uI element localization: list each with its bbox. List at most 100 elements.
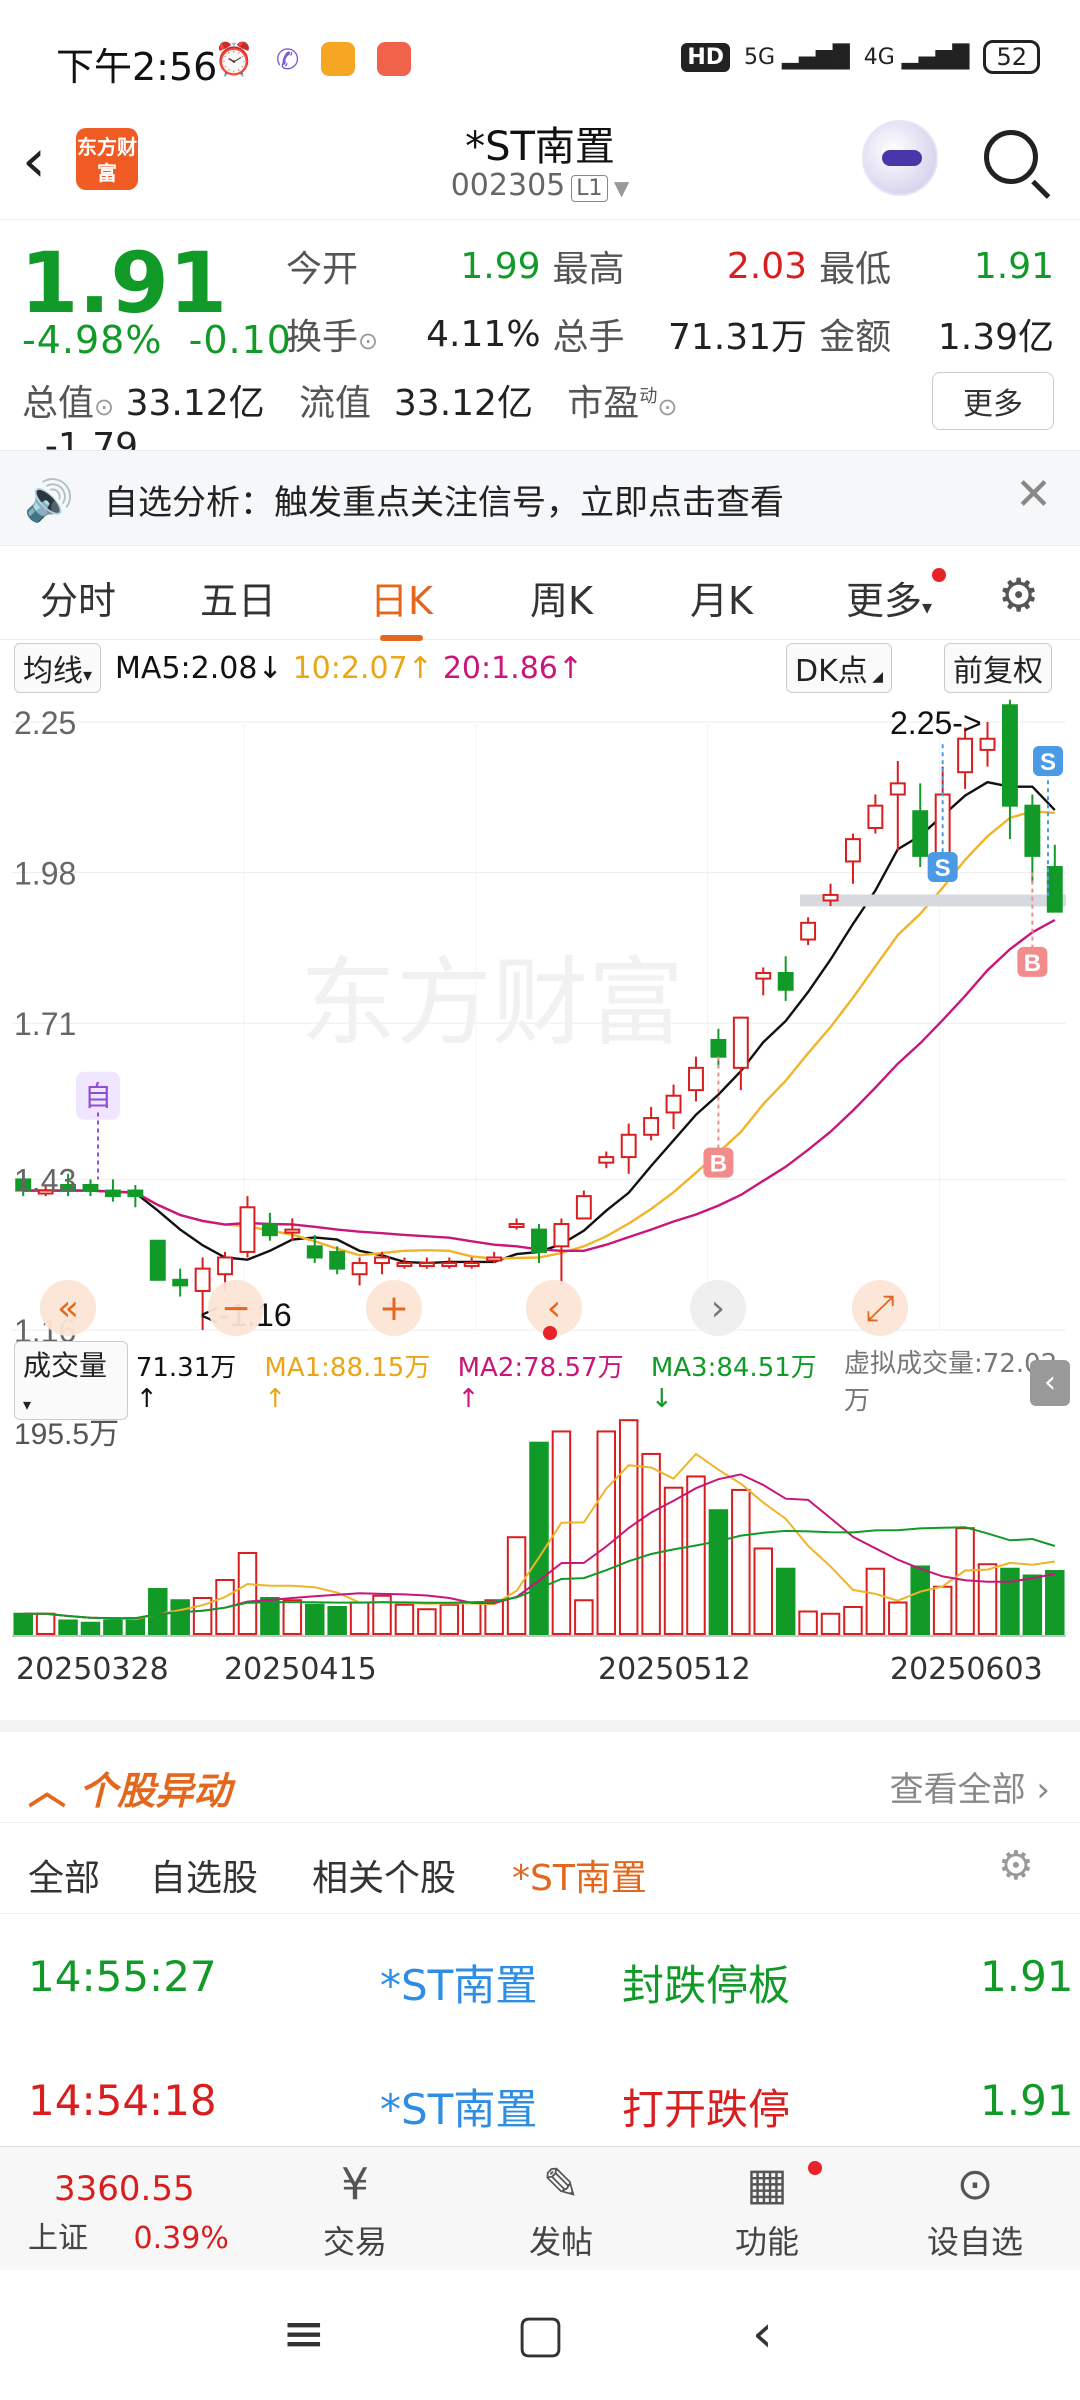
- volume-bar: [865, 1567, 886, 1635]
- volume-bar: [932, 1585, 953, 1635]
- clock-time: 下午2:56: [56, 45, 218, 89]
- tab-more[interactable]: 更多▾: [846, 570, 932, 625]
- amount-label: 金额: [819, 317, 892, 358]
- speaker-icon: 🔊: [24, 478, 74, 524]
- hd-icon: HD: [681, 42, 731, 72]
- volume-y-max: 195.5万: [14, 1418, 119, 1451]
- subtab-watchlist[interactable]: 自选股: [150, 1849, 258, 1901]
- candle-body: [889, 782, 906, 796]
- menu-icon[interactable]: ≡: [282, 2304, 326, 2364]
- status-bar: 下午2:56 ⏰ ✆ HD 5G ▂▄▆█ 4G ▂▄▆█ 52: [0, 0, 1080, 120]
- zoom-out-icon: −: [221, 1288, 251, 1329]
- chevron-down-icon: ▼: [607, 176, 630, 200]
- volume-bar: [574, 1599, 594, 1635]
- kline-svg: 东方财富 2.251.981.711.431.16 2.25-><-1.16自B…: [12, 699, 1066, 1349]
- candle-body: [284, 1228, 301, 1234]
- yen-exchange-icon: ¥: [341, 2159, 369, 2210]
- tab-daily-k[interactable]: 日K: [370, 570, 433, 641]
- tab-intraday[interactable]: 分时: [40, 570, 116, 625]
- alert-row[interactable]: 14:55:27 *ST南置 封跌停板 1.91: [0, 1916, 1080, 2040]
- tab-five-day[interactable]: 五日: [200, 570, 276, 625]
- candle-body: [104, 1189, 121, 1198]
- volume-chart[interactable]: 195.5万: [0, 1408, 1080, 1642]
- info-icon[interactable]: ⊙: [657, 393, 677, 421]
- candle-body: [553, 1223, 570, 1248]
- nav-post[interactable]: ✎ 发帖: [486, 2147, 636, 2271]
- candle-body: [261, 1223, 278, 1237]
- dk-point-button[interactable]: DK点 ◢: [786, 643, 892, 693]
- sell-tag: S: [1040, 749, 1056, 776]
- close-icon[interactable]: ✕: [1015, 469, 1052, 520]
- search-icon[interactable]: [984, 130, 1038, 184]
- candle-body: [217, 1256, 233, 1276]
- bottom-nav: 3360.55 上证 0.39% ¥ 交易 ✎ 发帖 ▦ 功能 ⊙ 设自选: [0, 2146, 1080, 2270]
- candle-body: [351, 1262, 368, 1276]
- candle-body: [620, 1133, 637, 1159]
- view-all-link[interactable]: 查看全部 ›: [890, 1762, 1050, 1811]
- amount-value: 1.39亿: [937, 317, 1055, 358]
- prev-icon: ‹: [547, 1288, 561, 1329]
- alert-price: 1.91: [980, 2076, 1074, 2125]
- volume-bar: [237, 1551, 258, 1635]
- volume-value: 71.31万: [668, 317, 808, 358]
- open-label: 今开: [286, 249, 359, 290]
- index-ticker[interactable]: 3360.55 上证 0.39%: [28, 2169, 258, 2257]
- subtab-current-stock[interactable]: *ST南置: [512, 1849, 647, 1901]
- volume-bar: [641, 1452, 661, 1635]
- chart-tabs: 分时 五日 日K 周K 月K 更多▾ ⚙: [0, 548, 1080, 641]
- gear-icon[interactable]: ⚙: [998, 1843, 1034, 1889]
- tab-weekly-k[interactable]: 周K: [530, 570, 593, 625]
- volume-bar: [775, 1567, 796, 1635]
- more-circle-icon: ⊙: [956, 2159, 994, 2210]
- candle-body: [822, 893, 839, 902]
- info-icon[interactable]: ⊙: [94, 393, 114, 421]
- volume-bar: [327, 1605, 347, 1635]
- nav-add-watchlist[interactable]: ⊙ 设自选: [900, 2147, 1050, 2271]
- volume-bar: [282, 1599, 303, 1635]
- kline-chart[interactable]: 东方财富 2.251.981.711.431.16 2.25-><-1.16自B…: [0, 696, 1080, 1352]
- candle-body: [598, 1156, 615, 1164]
- info-icon: ⊙: [358, 327, 379, 355]
- signal-5g-icon: 5G ▂▄▆█: [744, 44, 850, 70]
- candle-body: [127, 1189, 144, 1198]
- volume-bar: [1045, 1569, 1065, 1636]
- candle-body: [867, 804, 884, 829]
- fullscreen-icon: ⤢: [866, 1288, 895, 1329]
- pe-superscript: 动: [639, 386, 658, 407]
- vol-ma3: MA3:84.51万↓: [650, 1352, 817, 1414]
- edit-icon: ✎: [542, 2159, 580, 2210]
- volume-bar: [58, 1619, 78, 1636]
- candle-body: [575, 1195, 592, 1220]
- next-icon: ›: [711, 1288, 725, 1329]
- assistant-robot-icon[interactable]: [862, 120, 938, 196]
- index-change: 0.39%: [133, 2221, 229, 2256]
- pe-label: 市盈: [567, 383, 640, 424]
- collapse-icon[interactable]: ‹: [1030, 1360, 1070, 1406]
- analysis-banner[interactable]: 🔊 自选分析：触发重点关注信号，立即点击查看 ✕: [0, 450, 1080, 546]
- gear-icon[interactable]: ⚙: [998, 568, 1039, 622]
- index-value: 3360.55: [54, 2169, 195, 2209]
- volume-bar: [820, 1612, 841, 1636]
- volume-bar: [148, 1587, 168, 1635]
- subtab-related[interactable]: 相关个股: [312, 1849, 456, 1901]
- nav-trade[interactable]: ¥ 交易: [280, 2147, 430, 2271]
- home-icon[interactable]: ▢: [516, 2304, 565, 2364]
- volume-bar: [798, 1610, 818, 1635]
- turnover-label[interactable]: 换手⊙: [286, 308, 394, 360]
- subtab-all[interactable]: 全部: [28, 1849, 100, 1901]
- more-button[interactable]: 更多: [932, 372, 1054, 430]
- index-name: 上证: [28, 2221, 88, 2256]
- call-icon: ✆: [275, 42, 300, 76]
- ma-type-select[interactable]: 均线▾: [14, 643, 102, 693]
- x-axis: 20250328 20250415 20250512 20250603: [0, 1652, 1080, 1702]
- volume-bar: [977, 1563, 998, 1635]
- tab-monthly-k[interactable]: 月K: [690, 570, 753, 625]
- stock-alerts-section: ︿ 个股异动 查看全部 ›: [0, 1720, 1080, 1820]
- adjust-button[interactable]: 前复权: [944, 643, 1052, 693]
- volume-bar: [910, 1565, 930, 1635]
- ma5-value: MA5:2.08↓: [115, 650, 283, 686]
- candle-body: [82, 1183, 99, 1192]
- section-title[interactable]: ︿ 个股异动: [28, 1760, 231, 1815]
- back-nav-icon[interactable]: ‹: [752, 2304, 773, 2364]
- candle-body: [441, 1262, 458, 1268]
